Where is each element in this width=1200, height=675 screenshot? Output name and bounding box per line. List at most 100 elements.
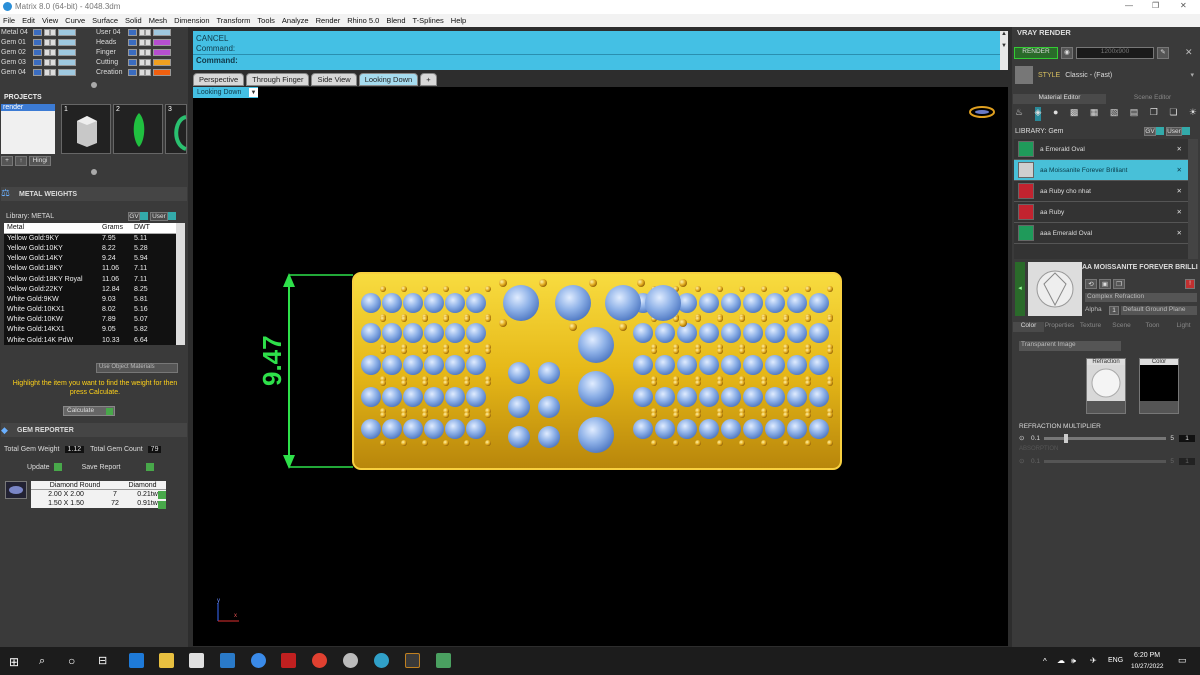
layer-row[interactable]: Gem 04 bbox=[1, 67, 93, 77]
menu-dimension[interactable]: Dimension bbox=[174, 16, 209, 25]
clock-date[interactable]: 10/27/2022 bbox=[1131, 663, 1164, 670]
close-icon[interactable]: ✕ bbox=[1177, 145, 1182, 153]
slider-track[interactable] bbox=[1044, 433, 1167, 443]
collapse-arrow-icon[interactable]: ◂ bbox=[1015, 262, 1025, 316]
copy-icon[interactable]: ❐ bbox=[1113, 279, 1125, 289]
close-icon[interactable]: ✕ bbox=[1177, 187, 1182, 195]
update-button[interactable]: Update bbox=[27, 464, 50, 471]
list-item[interactable]: aaa Emerald Oval ✕ bbox=[1014, 223, 1188, 244]
close-icon[interactable]: ✕ bbox=[1177, 208, 1182, 216]
calculate-button[interactable]: Calculate bbox=[63, 406, 115, 416]
list-item[interactable]: aa Ruby ✕ bbox=[1014, 202, 1188, 223]
save-report-button[interactable]: Save Report bbox=[82, 464, 121, 471]
close-icon[interactable]: ✕ bbox=[1177, 166, 1182, 174]
menu-tsplines[interactable]: T-Splines bbox=[413, 16, 444, 25]
matrix-icon[interactable] bbox=[405, 653, 420, 668]
tab-looking-down[interactable]: Looking Down bbox=[358, 73, 419, 86]
menu-analyze[interactable]: Analyze bbox=[282, 16, 309, 25]
notification-icon[interactable]: ▭ bbox=[1178, 655, 1187, 666]
command-scrollbar[interactable]: ▲ ▼ bbox=[1000, 31, 1008, 70]
menu-surface[interactable]: Surface bbox=[92, 16, 118, 25]
maximize-icon[interactable]: ❐ bbox=[1152, 1, 1159, 10]
add-project-button[interactable]: + bbox=[1, 156, 13, 166]
menu-solid[interactable]: Solid bbox=[125, 16, 142, 25]
zalo-icon[interactable] bbox=[251, 653, 266, 668]
layer-row[interactable]: User 04 bbox=[96, 27, 188, 37]
menu-edit[interactable]: Edit bbox=[22, 16, 35, 25]
paste-icon[interactable]: ❏ bbox=[1169, 107, 1177, 121]
render-size-field[interactable]: 1200x900 bbox=[1076, 47, 1154, 59]
list-item[interactable]: aa Ruby cho nhat ✕ bbox=[1014, 181, 1188, 202]
tab-scene[interactable]: Scene bbox=[1106, 322, 1137, 332]
use-object-materials-checkbox[interactable]: Use Object Materials bbox=[96, 363, 178, 373]
transparent-image-dropdown[interactable]: Transparent Image bbox=[1019, 341, 1121, 351]
viewport[interactable]: Looking Down ▼ 9.47 y x bbox=[193, 87, 1008, 646]
layer-row[interactable]: Gem 03 bbox=[1, 57, 93, 67]
menu-file[interactable]: File bbox=[3, 16, 15, 25]
sphere-icon[interactable]: ● bbox=[1053, 107, 1058, 121]
widgets-icon[interactable]: ⊟ bbox=[98, 654, 107, 667]
layer-row[interactable]: Cutting bbox=[96, 57, 188, 67]
menu-tools[interactable]: Tools bbox=[257, 16, 275, 25]
layer-color-swatch[interactable] bbox=[57, 28, 76, 36]
hinge-button[interactable]: Hingi bbox=[29, 156, 51, 166]
layer-color-swatch[interactable] bbox=[57, 38, 76, 46]
task-view-icon[interactable]: ○ bbox=[68, 654, 75, 668]
store-icon[interactable] bbox=[189, 653, 204, 668]
layer-color-swatch[interactable] bbox=[152, 28, 171, 36]
refraction-swatch[interactable]: Refraction bbox=[1086, 358, 1126, 414]
app-icon[interactable] bbox=[436, 653, 451, 668]
command-prompt[interactable]: Command: bbox=[193, 54, 1008, 66]
table-row[interactable]: Yellow Gold:10KY 8.22 5.28 bbox=[4, 243, 185, 254]
pattern-icon[interactable]: ▧ bbox=[1110, 107, 1119, 121]
list-item[interactable]: aa Moissanite Forever Brilliant ✕ bbox=[1014, 160, 1188, 181]
table-row[interactable]: Yellow Gold:18KY 11.06 7.11 bbox=[4, 263, 185, 274]
menu-mesh[interactable]: Mesh bbox=[149, 16, 167, 25]
table-row[interactable]: Yellow Gold:18KY Royal 11.06 7.11 bbox=[4, 273, 185, 285]
metal-table-scrollbar[interactable] bbox=[176, 223, 185, 345]
table-row[interactable]: White Gold:10KX1 8.02 5.16 bbox=[4, 304, 185, 315]
light-icon[interactable]: ☀ bbox=[1189, 107, 1197, 121]
gem-tool-icon[interactable]: ◈ bbox=[1034, 107, 1042, 121]
warning-icon[interactable]: ! bbox=[1185, 279, 1195, 289]
table-row[interactable]: Yellow Gold:9KY 7.95 5.11 bbox=[4, 233, 185, 244]
tray-chevron-icon[interactable]: ^ bbox=[1043, 657, 1047, 666]
settings-icon[interactable]: ✎ bbox=[1157, 47, 1169, 59]
layer-row[interactable]: Finger bbox=[96, 47, 188, 57]
app-icon[interactable] bbox=[374, 653, 389, 668]
render-button[interactable]: RENDER bbox=[1014, 47, 1058, 59]
antivirus-icon[interactable] bbox=[281, 653, 296, 668]
copy-icon[interactable]: ❐ bbox=[1150, 107, 1158, 121]
project-thumb-1[interactable]: 1 bbox=[61, 104, 111, 154]
network-icon[interactable]: ✈ bbox=[1090, 656, 1097, 665]
metal-table[interactable]: Metal Grams DWT Yellow Gold:9KY 7.95 5.11 … bbox=[4, 223, 185, 345]
tab-material-editor[interactable]: Material Editor bbox=[1013, 94, 1106, 104]
tab-through-finger[interactable]: Through Finger bbox=[246, 73, 310, 86]
windows-start-icon[interactable]: ⊞ bbox=[9, 655, 19, 669]
close-icon[interactable]: ✕ bbox=[1177, 229, 1182, 237]
absorption-slider[interactable]: ⊙ 0.1 51 bbox=[1019, 456, 1195, 466]
ground-plane-dropdown[interactable]: Default Ground Plane bbox=[1121, 306, 1197, 315]
tab-scene-editor[interactable]: Scene Editor bbox=[1106, 94, 1199, 104]
save-icon[interactable]: ▣ bbox=[1099, 279, 1111, 289]
command-area[interactable]: CANCEL Command: Command: ▲ ▼ bbox=[193, 31, 1008, 70]
layer-row[interactable]: Metal 04 bbox=[1, 27, 93, 37]
refresh-icon[interactable]: ⟲ bbox=[1085, 279, 1097, 289]
table-row[interactable]: White Gold:14K PdW 10.33 6.64 bbox=[4, 335, 185, 345]
style-row[interactable]: STYLE Classic - (Fast) ▾ bbox=[1015, 64, 1197, 86]
tab-light[interactable]: Light bbox=[1168, 322, 1199, 332]
row-action-button[interactable] bbox=[158, 501, 166, 509]
table-row[interactable]: Yellow Gold:14KY 9.24 5.94 bbox=[4, 253, 185, 264]
complex-refraction-dropdown[interactable]: Complex Refraction bbox=[1085, 293, 1197, 302]
layer-color-swatch[interactable] bbox=[152, 38, 171, 46]
language-indicator[interactable]: ENG bbox=[1108, 657, 1123, 664]
menu-curve[interactable]: Curve bbox=[65, 16, 85, 25]
file-explorer-icon[interactable] bbox=[159, 653, 174, 668]
search-icon[interactable]: ⌕ bbox=[39, 655, 45, 668]
grid-icon[interactable]: ▤ bbox=[1130, 107, 1139, 121]
layer-row[interactable]: Gem 02 bbox=[1, 47, 93, 57]
layer-color-swatch[interactable] bbox=[57, 68, 76, 76]
rhino-icon[interactable] bbox=[343, 653, 358, 668]
menu-rhino[interactable]: Rhino 5.0 bbox=[347, 16, 379, 25]
layer-row[interactable]: Heads bbox=[96, 37, 188, 47]
